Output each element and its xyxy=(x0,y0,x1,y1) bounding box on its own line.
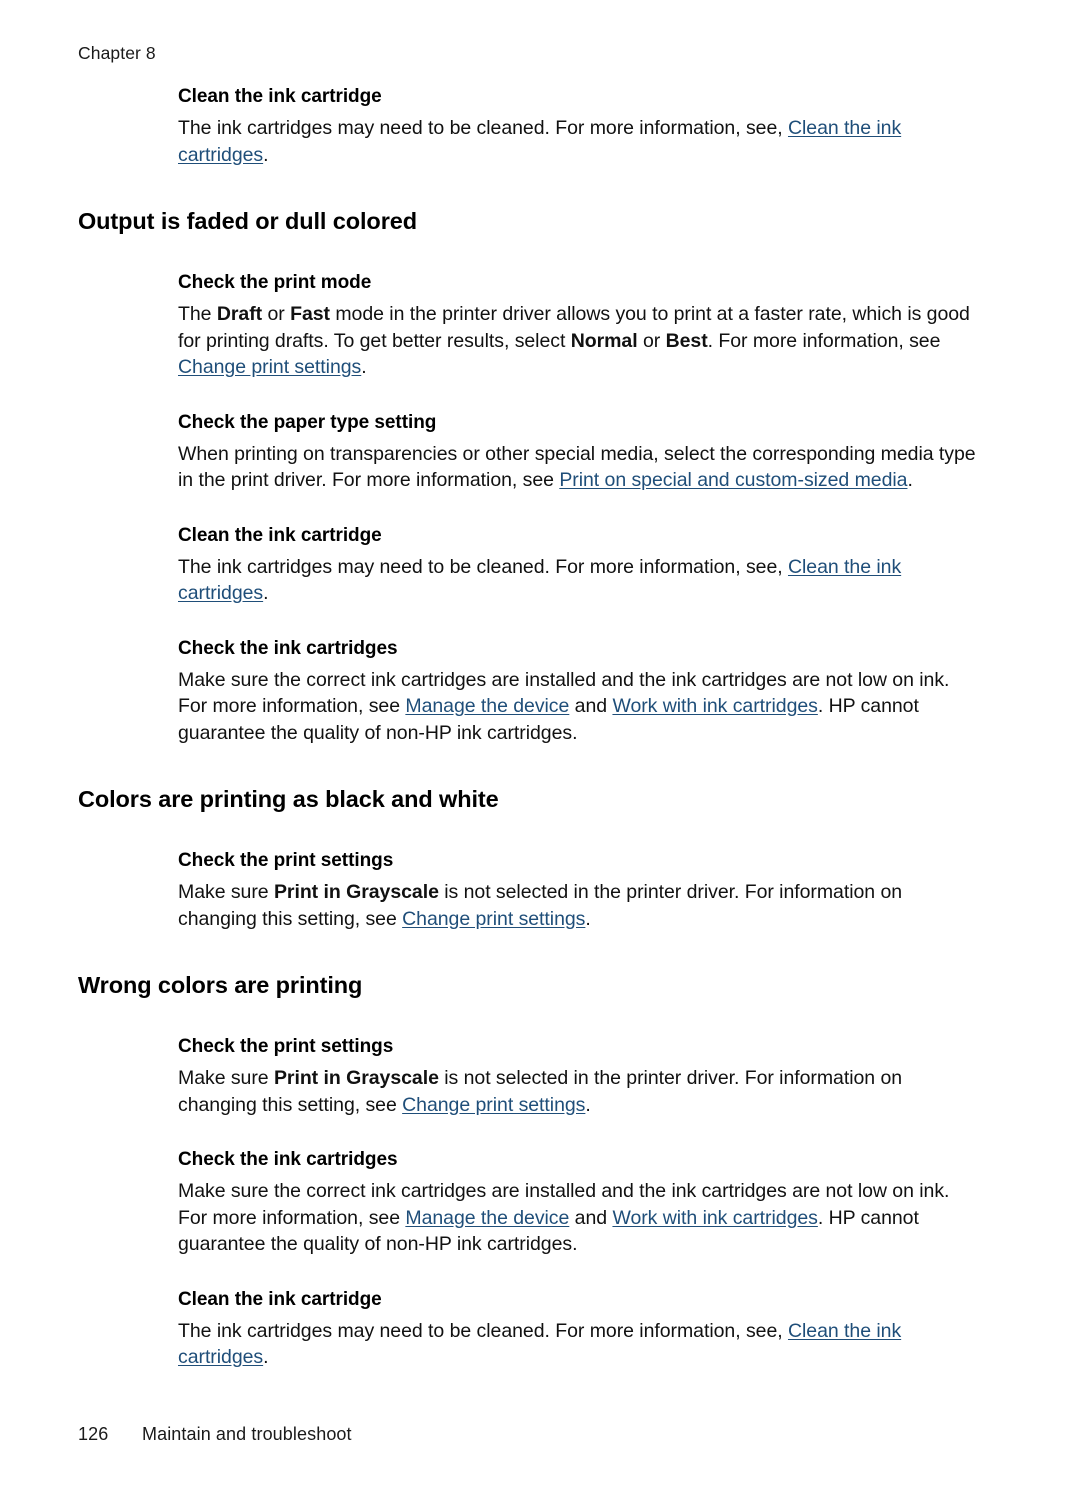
paragraph-text-tail: . xyxy=(263,582,269,604)
link-change-print-settings[interactable]: Change print settings xyxy=(402,1094,585,1116)
subsection-heading: Check the print settings xyxy=(178,1036,394,1057)
link-manage-the-device[interactable]: Manage the device xyxy=(405,1207,569,1229)
section-heading-wrong-colors-are-printing: Wrong colors are printing xyxy=(78,972,363,998)
paragraph-text: . For more information, see xyxy=(707,329,941,352)
subsection-paragraph: Make sure Print in Grayscale is not sele… xyxy=(178,1065,978,1118)
link-manage-the-device[interactable]: Manage the device xyxy=(405,695,569,717)
subsection-check-print-settings-2: Check the print settings Make sure Print… xyxy=(178,1034,990,1118)
paragraph-text: The ink cartridges may need to be cleane… xyxy=(178,1319,788,1342)
emphasis-print-in-grayscale: Print in Grayscale xyxy=(273,1067,439,1089)
subsection-paragraph: Make sure the correct ink cartridges are… xyxy=(178,667,978,747)
paragraph-text-tail: . xyxy=(907,469,913,491)
paragraph-text-tail: . xyxy=(263,143,269,166)
chapter-running-header: Chapter 8 xyxy=(78,43,156,63)
page-footer: 126 Maintain and troubleshoot xyxy=(78,1422,352,1446)
subsection-heading: Check the ink cartridges xyxy=(178,1149,398,1170)
paragraph-text: and xyxy=(569,695,613,717)
emphasis-draft: Draft xyxy=(216,303,263,325)
subsection-clean-ink-cartridge-top: Clean the ink cartridge The ink cartridg… xyxy=(178,84,990,168)
subsection-clean-ink-cartridge-2: Clean the ink cartridge The ink cartridg… xyxy=(178,523,990,607)
section-heading-output-is-faded: Output is faded or dull colored xyxy=(78,208,417,234)
footer-section-title: Maintain and troubleshoot xyxy=(142,1424,352,1444)
paragraph-text-tail: . xyxy=(263,1346,269,1368)
subsection-paragraph: The ink cartridges may need to be cleane… xyxy=(178,115,978,168)
subsection-heading: Clean the ink cartridge xyxy=(178,524,382,546)
subsection-paragraph: Make sure the correct ink cartridges are… xyxy=(178,1178,978,1258)
subsection-paragraph: Make sure Print in Grayscale is not sele… xyxy=(178,879,978,932)
subsection-check-ink-cartridges-1: Check the ink cartridges Make sure the c… xyxy=(178,636,990,747)
footer-page-number: 126 xyxy=(78,1424,109,1444)
paragraph-text-tail: . xyxy=(585,907,591,930)
paragraph-text: Make sure xyxy=(178,881,274,903)
paragraph-text: or xyxy=(637,329,666,352)
subsection-heading: Check the paper type setting xyxy=(178,411,437,433)
subsection-heading: Check the print mode xyxy=(178,272,372,293)
subsection-paragraph: The ink cartridges may need to be cleane… xyxy=(178,554,978,607)
subsection-paragraph: The ink cartridges may need to be cleane… xyxy=(178,1318,978,1371)
link-change-print-settings[interactable]: Change print settings xyxy=(402,908,585,930)
subsection-heading: Check the print settings xyxy=(178,850,394,871)
paragraph-text: or xyxy=(262,303,291,325)
subsection-paragraph: The Draft or Fast mode in the printer dr… xyxy=(178,301,978,381)
paragraph-text: The xyxy=(178,303,217,325)
paragraph-text: The ink cartridges may need to be cleane… xyxy=(178,555,788,578)
paragraph-text: and xyxy=(569,1206,613,1229)
paragraph-text-tail: . xyxy=(361,356,367,378)
subsection-check-print-mode: Check the print mode The Draft or Fast m… xyxy=(178,270,990,381)
link-work-with-ink-cartridges[interactable]: Work with ink cartridges xyxy=(612,1207,817,1229)
subsection-check-print-settings-1: Check the print settings Make sure Print… xyxy=(178,848,990,932)
paragraph-text: The ink cartridges may need to be cleane… xyxy=(178,117,788,139)
subsection-heading: Clean the ink cartridge xyxy=(178,86,382,107)
emphasis-normal: Normal xyxy=(570,329,638,352)
emphasis-fast: Fast xyxy=(290,303,330,325)
subsection-heading: Clean the ink cartridge xyxy=(178,1288,382,1310)
emphasis-print-in-grayscale: Print in Grayscale xyxy=(273,881,439,903)
subsection-heading: Check the ink cartridges xyxy=(178,637,398,659)
page-content: Clean the ink cartridge The ink cartridg… xyxy=(78,84,990,1371)
paragraph-text-tail: . xyxy=(585,1093,591,1116)
subsection-check-paper-type-setting: Check the paper type setting When printi… xyxy=(178,410,990,494)
subsection-check-ink-cartridges-2: Check the ink cartridges Make sure the c… xyxy=(178,1147,990,1258)
link-print-on-special-and-custom-sized-media[interactable]: Print on special and custom-sized media xyxy=(559,469,907,491)
section-heading-colors-printing-black-and-white: Colors are printing as black and white xyxy=(78,786,499,812)
subsection-paragraph: When printing on transparencies or other… xyxy=(178,441,978,494)
emphasis-best: Best xyxy=(665,329,708,352)
link-change-print-settings[interactable]: Change print settings xyxy=(178,356,361,378)
paragraph-text: Make sure xyxy=(178,1067,274,1089)
subsection-clean-ink-cartridge-3: Clean the ink cartridge The ink cartridg… xyxy=(178,1287,990,1371)
link-work-with-ink-cartridges[interactable]: Work with ink cartridges xyxy=(612,695,817,717)
document-page: Chapter 8 Clean the ink cartridge The in… xyxy=(0,0,1080,1495)
